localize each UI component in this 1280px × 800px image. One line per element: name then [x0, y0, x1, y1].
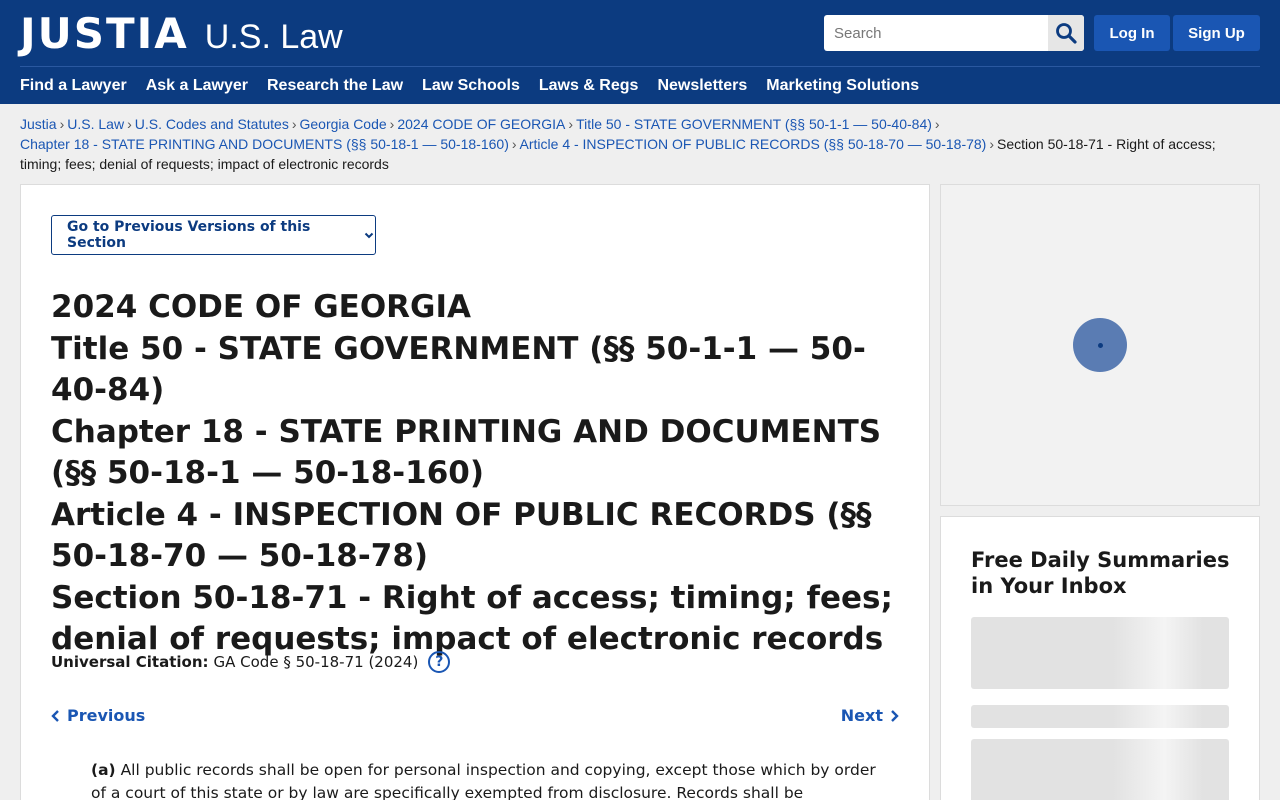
previous-section-link[interactable]: Previous	[51, 706, 145, 725]
breadcrumb-link-justia[interactable]: Justia	[20, 116, 57, 132]
ad-placeholder	[940, 184, 1260, 506]
signup-button[interactable]: Sign Up	[1173, 15, 1260, 51]
breadcrumb-separator: ›	[934, 116, 940, 132]
breadcrumb-link-georgia-code[interactable]: Georgia Code	[300, 116, 387, 132]
breadcrumb: Justia › U.S. Law › U.S. Codes and Statutes ›…	[20, 114, 1250, 174]
previous-versions-dropdown[interactable]: Go to Previous Versions of this Section	[51, 215, 376, 255]
paragraph-marker: (a)	[91, 761, 116, 779]
login-button[interactable]: Log In	[1094, 15, 1170, 51]
main-content: Go to Previous Versions of this Section …	[20, 184, 930, 800]
chevron-left-icon	[51, 709, 59, 722]
breadcrumb-link-us-codes[interactable]: U.S. Codes and Statutes	[135, 116, 289, 132]
nav-laws-and-regs[interactable]: Laws & Regs	[539, 76, 639, 96]
breadcrumb-link-us-law[interactable]: U.S. Law	[67, 116, 124, 132]
breadcrumb-separator: ›	[568, 116, 574, 132]
loading-spinner-icon	[1073, 318, 1127, 372]
breadcrumb-separator: ›	[389, 116, 395, 132]
previous-label: Previous	[67, 706, 146, 725]
newsletter-widget: Free Daily Summaries in Your Inbox	[940, 516, 1260, 800]
citation-label: Universal Citation:	[51, 653, 209, 671]
heading-title: Title 50 - STATE GOVERNMENT (§§ 50-1-1 —…	[51, 330, 866, 409]
breadcrumb-separator: ›	[59, 116, 65, 132]
logo-main-text: JUSTIA	[20, 9, 189, 58]
citation-value: GA Code § 50-18-71 (2024)	[213, 653, 419, 671]
page-title: 2024 CODE OF GEORGIA Title 50 - STATE GO…	[51, 287, 901, 661]
nav-find-a-lawyer[interactable]: Find a Lawyer	[20, 76, 127, 96]
previous-versions-label: Go to Previous Versions of this Section	[67, 219, 311, 251]
breadcrumb-separator: ›	[511, 136, 517, 152]
loading-skeleton	[971, 617, 1229, 689]
breadcrumb-separator: ›	[127, 116, 132, 132]
justia-logo[interactable]: JUSTIA U.S. Law	[20, 9, 343, 58]
loading-skeleton	[971, 705, 1229, 728]
breadcrumb-link-2024-code[interactable]: 2024 CODE OF GEORGIA	[397, 116, 565, 132]
site-header: JUSTIA U.S. Law Log In Sign Up Find a La…	[0, 0, 1280, 104]
paragraph-a-text: All public records shall be open for per…	[91, 761, 876, 800]
logo-sub-text: U.S. Law	[204, 18, 343, 56]
main-nav: Find a Lawyer Ask a Lawyer Research the …	[20, 76, 919, 96]
breadcrumb-separator: ›	[989, 136, 995, 152]
search-box	[824, 15, 1084, 51]
next-section-link[interactable]: Next	[841, 706, 899, 725]
search-button[interactable]	[1048, 15, 1084, 51]
search-input[interactable]	[824, 15, 1048, 51]
nav-ask-a-lawyer[interactable]: Ask a Lawyer	[146, 76, 248, 96]
heading-code: 2024 CODE OF GEORGIA	[51, 289, 472, 325]
nav-law-schools[interactable]: Law Schools	[422, 76, 520, 96]
breadcrumb-link-title-50[interactable]: Title 50 - STATE GOVERNMENT (§§ 50-1-1 —…	[576, 116, 932, 132]
search-icon	[1056, 23, 1077, 44]
nav-research-the-law[interactable]: Research the Law	[267, 76, 403, 96]
breadcrumb-link-article-4[interactable]: Article 4 - INSPECTION OF PUBLIC RECORDS…	[520, 136, 987, 152]
universal-citation: Universal Citation: GA Code § 50-18-71 (…	[51, 651, 451, 673]
heading-section: Section 50-18-71 - Right of access; timi…	[51, 579, 893, 658]
heading-chapter: Chapter 18 - STATE PRINTING AND DOCUMENT…	[51, 413, 882, 492]
breadcrumb-link-chapter-18[interactable]: Chapter 18 - STATE PRINTING AND DOCUMENT…	[20, 136, 509, 152]
help-icon[interactable]: ?	[428, 651, 451, 673]
loading-skeleton	[971, 739, 1229, 800]
newsletter-title: Free Daily Summaries in Your Inbox	[971, 548, 1230, 598]
nav-newsletters[interactable]: Newsletters	[657, 76, 747, 96]
next-label: Next	[840, 706, 883, 725]
chevron-down-icon	[363, 229, 375, 241]
heading-article: Article 4 - INSPECTION OF PUBLIC RECORDS…	[51, 496, 872, 575]
spinner-dot	[1097, 342, 1103, 348]
statute-text: (a) All public records shall be open for…	[91, 759, 891, 800]
header-divider	[20, 66, 1260, 67]
chevron-right-icon	[891, 709, 899, 722]
nav-marketing-solutions[interactable]: Marketing Solutions	[766, 76, 919, 96]
breadcrumb-separator: ›	[291, 116, 297, 132]
